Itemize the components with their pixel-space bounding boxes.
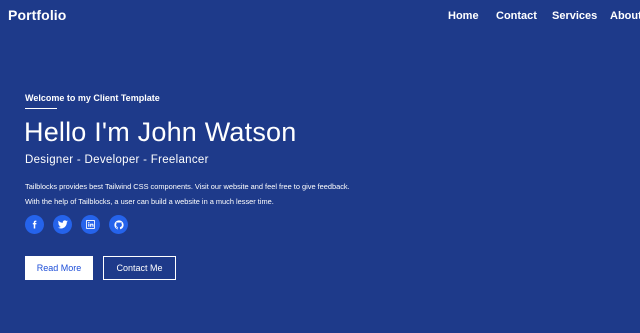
nav-about[interactable]: About (610, 10, 640, 22)
hero-roles: Designer - Developer - Freelancer (25, 154, 209, 166)
welcome-underline (25, 108, 57, 109)
twitter-link[interactable] (53, 215, 72, 234)
hero-description: Tailblocks provides best Tailwind CSS co… (25, 182, 350, 206)
nav-home[interactable]: Home (448, 10, 479, 22)
linkedin-icon (86, 220, 95, 229)
social-links (25, 215, 145, 234)
facebook-icon (30, 220, 39, 229)
facebook-link[interactable] (25, 215, 44, 234)
welcome-text: Welcome to my Client Template (25, 93, 160, 103)
hero-headline: Hello I'm John Watson (24, 117, 297, 147)
contact-me-button[interactable]: Contact Me (103, 256, 176, 280)
github-icon (113, 219, 124, 230)
main-nav: Home Contact Services About (0, 10, 640, 24)
github-link[interactable] (109, 215, 128, 234)
linkedin-link[interactable] (81, 215, 100, 234)
nav-contact[interactable]: Contact (496, 10, 537, 22)
twitter-icon (57, 220, 68, 229)
header: Portfolio Home Contact Services About (0, 0, 640, 32)
read-more-button[interactable]: Read More (25, 256, 93, 280)
nav-services[interactable]: Services (552, 10, 597, 22)
page: Portfolio Home Contact Services About We… (0, 0, 640, 333)
